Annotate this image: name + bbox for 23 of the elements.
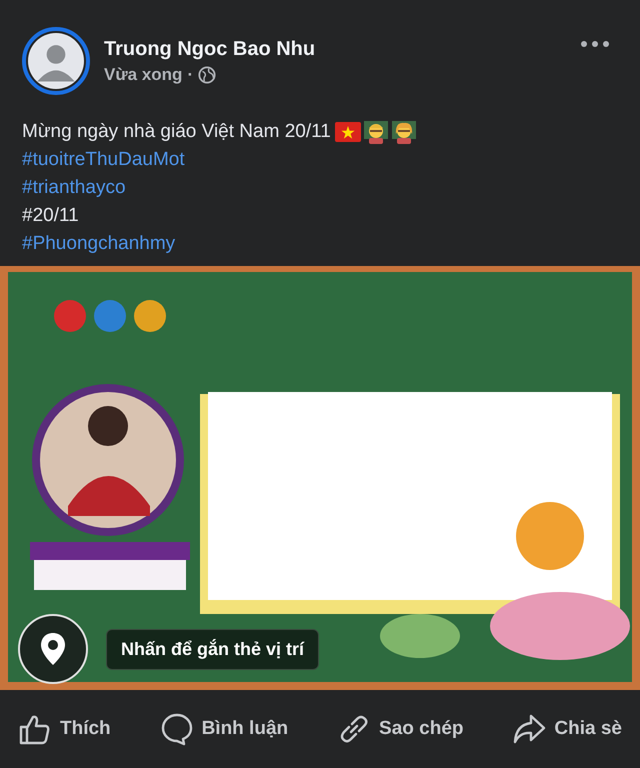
teacher-icon — [362, 120, 389, 144]
more-icon[interactable] — [580, 40, 610, 48]
teacher-icon — [390, 120, 417, 144]
hashtag-link[interactable]: #trianthayco — [22, 174, 126, 202]
location-pin-icon — [40, 632, 66, 666]
comment-icon — [160, 712, 194, 746]
person-icon — [28, 33, 84, 89]
author-name[interactable]: Truong Ngoc Bao Nhu — [104, 38, 580, 60]
hashtag-link[interactable]: #tuoitreThuDauMot — [22, 146, 185, 174]
share-icon — [512, 712, 546, 746]
share-button[interactable]: Chia sè — [508, 708, 626, 750]
comment-button[interactable]: Bình luận — [156, 708, 292, 750]
hashtag-link[interactable]: #Phuongchanhmy — [22, 230, 176, 258]
flag-icon — [334, 122, 361, 142]
hashtag: #20/11 — [22, 204, 79, 228]
copy-button[interactable]: Sao chép — [333, 708, 468, 750]
separator: · — [187, 64, 194, 84]
avatar[interactable] — [22, 27, 90, 95]
location-tooltip[interactable]: Nhấn để gắn thẻ vị trí — [106, 628, 320, 670]
post-time[interactable]: Vừa xong — [104, 64, 182, 84]
like-button[interactable]: Thích — [14, 708, 115, 750]
post-text: Mừng ngày nhà giáo Việt Nam 20/11 — [22, 120, 331, 144]
globe-icon — [198, 66, 216, 84]
